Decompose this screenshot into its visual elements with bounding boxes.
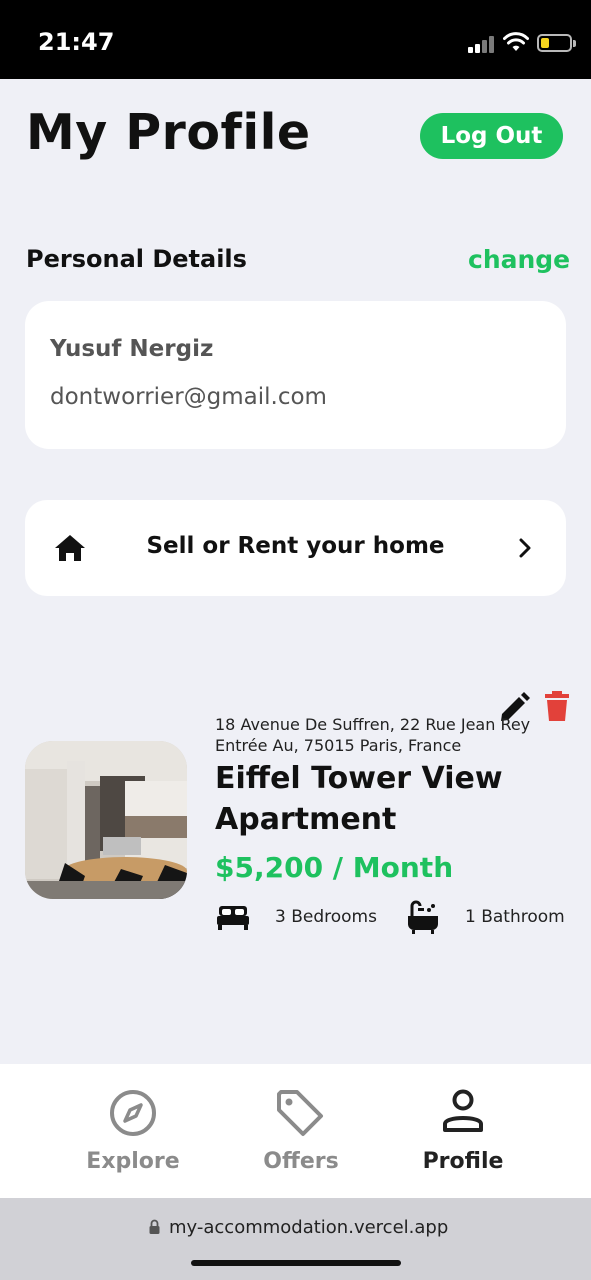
compass-icon [110, 1090, 156, 1136]
listing-address: 18 Avenue De Suffren, 22 Rue Jean Rey En… [215, 715, 531, 755]
page-title: My Profile [26, 104, 311, 161]
user-email: dontworrier@gmail.com [50, 384, 327, 410]
nav-item-offers[interactable]: Offers [226, 1064, 376, 1198]
listing-price: $5,200 / Month [215, 851, 454, 884]
personal-details-card: Yusuf Nergiz dontworrier@gmail.com [25, 301, 566, 449]
status-time: 21:47 [38, 28, 115, 56]
personal-details-heading: Personal Details [26, 245, 247, 273]
lock-icon [149, 1219, 160, 1234]
nav-label-explore: Explore [86, 1149, 180, 1174]
logout-button[interactable]: Log Out [420, 113, 563, 159]
nav-item-explore[interactable]: Explore [58, 1064, 208, 1198]
sell-or-rent-label: Sell or Rent your home [146, 533, 445, 559]
chevron-right-icon [519, 538, 531, 558]
url-text: my-accommodation.vercel.app [169, 1217, 449, 1238]
battery-icon [537, 34, 576, 52]
sell-or-rent-button[interactable]: Sell or Rent your home [25, 500, 566, 596]
browser-url-bar[interactable]: my-accommodation.vercel.app [0, 1198, 591, 1280]
home-indicator [191, 1260, 401, 1266]
bed-icon [217, 906, 249, 930]
user-name: Yusuf Nergiz [50, 336, 214, 362]
change-details-link[interactable]: change [468, 245, 570, 274]
nav-label-profile: Profile [422, 1149, 504, 1174]
listing-photo[interactable] [25, 741, 187, 899]
tag-icon [277, 1090, 323, 1136]
status-bar: 21:47 [0, 0, 591, 79]
bedrooms-count: 3 Bedrooms [275, 907, 377, 927]
listing-title[interactable]: Eiffel Tower View Apartment [215, 758, 575, 840]
apartment-interior-image [25, 741, 187, 899]
nav-label-offers: Offers [263, 1149, 339, 1174]
person-icon [443, 1089, 483, 1132]
bottom-nav: Explore Offers Profile [0, 1064, 591, 1198]
cellular-signal-icon [468, 35, 496, 53]
nav-item-profile[interactable]: Profile [388, 1064, 538, 1198]
wifi-icon [503, 32, 529, 51]
bathrooms-count: 1 Bathroom [465, 907, 565, 927]
bathtub-icon [408, 900, 438, 934]
